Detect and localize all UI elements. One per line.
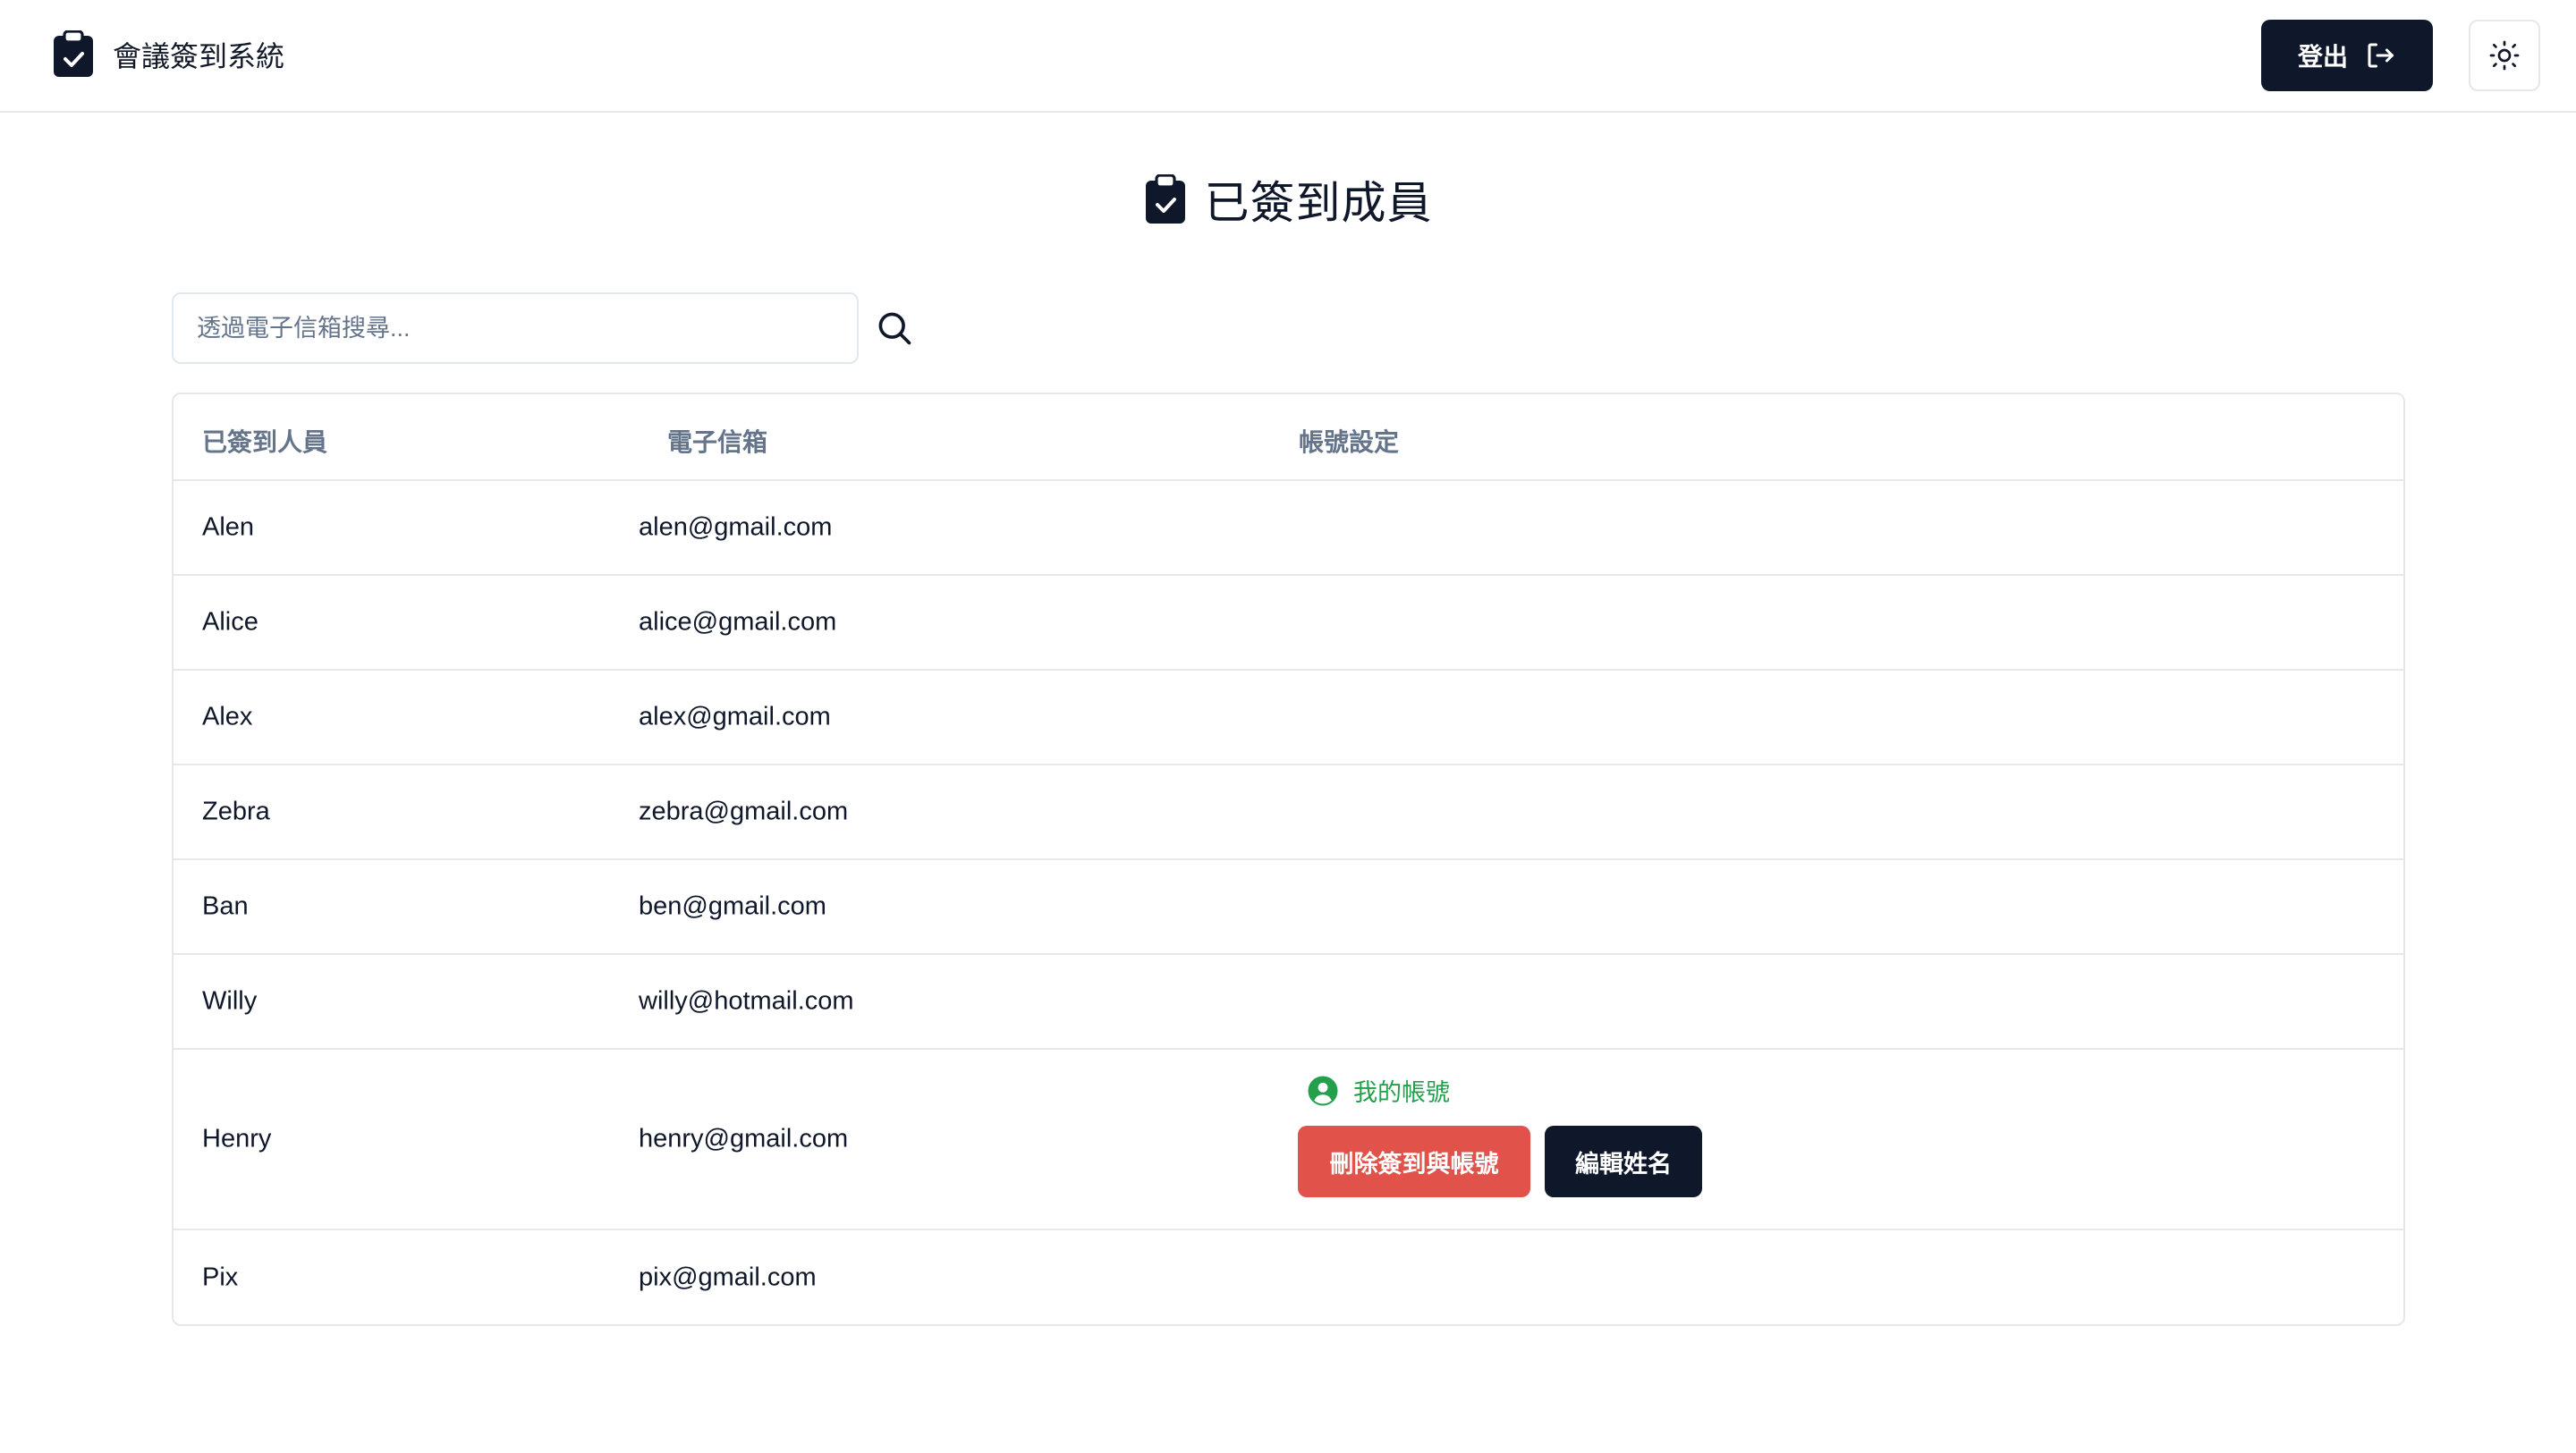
table-row: Zebra zebra@gmail.com — [174, 765, 2403, 860]
my-account-label: 我的帳號 — [1353, 1079, 1450, 1106]
page-heading: 已簽到成員 — [0, 168, 2576, 231]
member-email: zebra@gmail.com — [639, 797, 849, 826]
column-header-name: 已簽到人員 — [202, 428, 328, 456]
clipboard-check-icon — [1145, 174, 1185, 224]
member-name: Henry — [202, 1124, 272, 1153]
logout-icon — [2368, 43, 2394, 68]
theme-toggle-button[interactable] — [2469, 20, 2540, 91]
account-actions: 我的帳號 刪除簽到與帳號 編輯姓名 — [1298, 1073, 1702, 1197]
logout-button[interactable]: 登出 — [2261, 20, 2433, 91]
table-row: Alice alice@gmail.com — [174, 576, 2403, 671]
table-row: Pix pix@gmail.com — [174, 1230, 2403, 1324]
search-input[interactable] — [172, 292, 859, 364]
delete-checkin-account-button[interactable]: 刪除簽到與帳號 — [1298, 1126, 1530, 1197]
members-table: 已簽到人員 電子信箱 帳號設定 Alen alen@gmail.com Alic… — [172, 393, 2405, 1326]
search-icon[interactable] — [875, 308, 914, 348]
user-circle-icon — [1308, 1076, 1338, 1105]
table-row: Willy willy@hotmail.com — [174, 955, 2403, 1050]
table-row: Ban ben@gmail.com — [174, 860, 2403, 955]
sun-icon — [2489, 40, 2520, 71]
member-email: alice@gmail.com — [639, 607, 837, 637]
table-row-current-user: Henry henry@gmail.com 我的帳號 刪除簽到與帳號 編輯姓名 — [174, 1050, 2403, 1230]
brand[interactable]: 會議簽到系統 — [52, 30, 284, 79]
clipboard-check-icon — [54, 30, 93, 77]
page-title: 已簽到成員 — [1204, 178, 1433, 228]
top-bar: 會議簽到系統 登出 — [0, 0, 2576, 113]
table-row: Alen alen@gmail.com — [174, 481, 2403, 576]
column-header-settings: 帳號設定 — [1299, 428, 1400, 456]
member-name: Alen — [202, 512, 255, 542]
edit-name-button[interactable]: 編輯姓名 — [1545, 1126, 1702, 1197]
member-email: pix@gmail.com — [639, 1263, 817, 1292]
table-row: Alex alex@gmail.com — [174, 671, 2403, 765]
member-email: alex@gmail.com — [639, 702, 831, 731]
member-name: Ban — [202, 891, 249, 921]
table-header: 已簽到人員 電子信箱 帳號設定 — [174, 394, 2403, 481]
member-name: Pix — [202, 1263, 239, 1292]
logout-label: 登出 — [2297, 43, 2348, 71]
column-header-email: 電子信箱 — [667, 428, 768, 456]
member-email: alen@gmail.com — [639, 512, 833, 542]
member-email: henry@gmail.com — [639, 1124, 849, 1153]
member-email: ben@gmail.com — [639, 891, 826, 921]
member-name: Alice — [202, 607, 258, 637]
member-email: willy@hotmail.com — [639, 986, 854, 1016]
member-name: Alex — [202, 702, 253, 731]
member-name: Zebra — [202, 797, 270, 826]
member-name: Willy — [202, 986, 258, 1016]
app-title: 會議簽到系統 — [113, 40, 285, 72]
my-account-badge: 我的帳號 — [1307, 1073, 1702, 1108]
